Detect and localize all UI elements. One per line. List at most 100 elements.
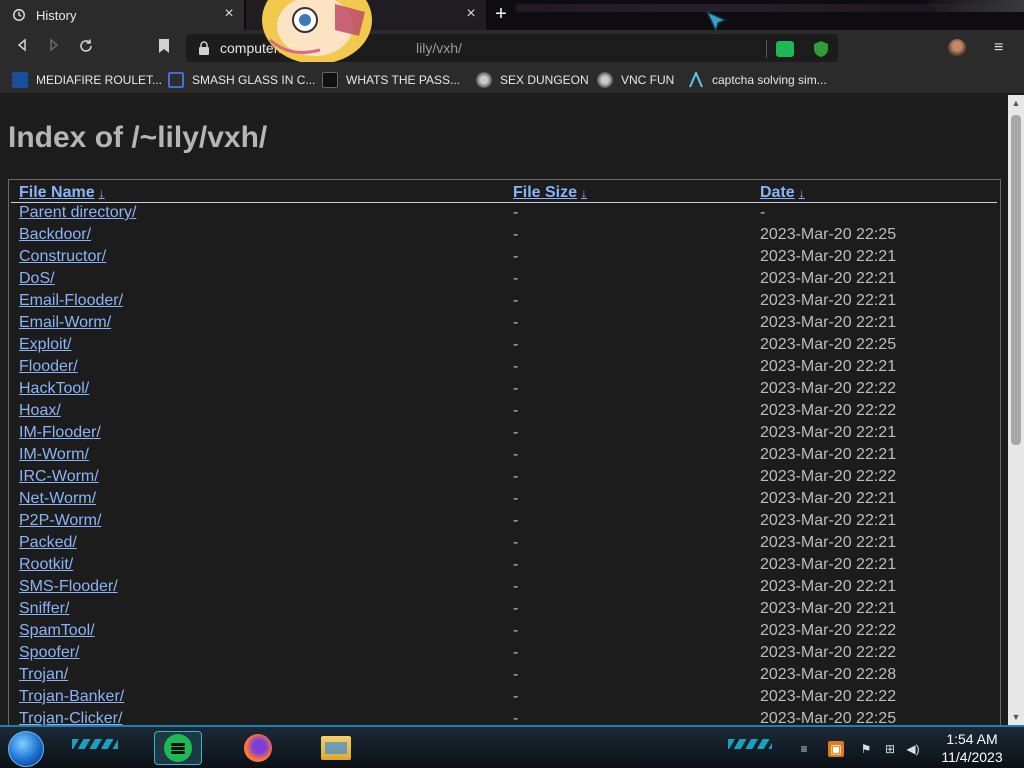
file-size: - — [513, 578, 519, 595]
file-link[interactable]: Sniffer/ — [19, 600, 69, 618]
bookmark-sex-dungeon[interactable]: SEX DUNGEON — [476, 71, 589, 89]
history-icon — [13, 9, 25, 21]
file-link[interactable]: Backdoor/ — [19, 226, 91, 244]
lock-icon — [199, 41, 209, 55]
back-icon[interactable] — [12, 38, 32, 58]
forward-icon[interactable] — [44, 38, 64, 58]
bookmark-smash-glass[interactable]: SMASH GLASS IN C... — [168, 71, 315, 89]
sort-by-name-header[interactable]: File Name ↓ — [19, 184, 105, 202]
file-size: - — [513, 622, 519, 639]
close-icon[interactable]: × — [464, 6, 478, 22]
folder-icon — [321, 736, 351, 760]
nav-bar: computernew lily/vxh/ ≡ — [0, 30, 1024, 66]
sort-by-size-header[interactable]: File Size ↓ — [513, 184, 587, 202]
table-row: IM-Flooder/ - 2023-Mar-20 22:21 — [9, 424, 999, 446]
volume-icon[interactable]: ◀) — [905, 741, 921, 757]
cartoon-sticker-image — [262, 0, 372, 62]
bookmark-label: captcha solving sim... — [712, 73, 827, 87]
bookmark-site-icon — [476, 72, 492, 88]
system-clock[interactable]: 1:54 AM 11/4/2023 — [936, 730, 1008, 766]
file-size: - — [513, 556, 519, 573]
file-link[interactable]: SpamTool/ — [19, 622, 95, 640]
tab-history[interactable]: History × — [0, 0, 244, 30]
avatar[interactable] — [948, 39, 966, 57]
file-size: - — [513, 248, 519, 265]
file-link[interactable]: IM-Flooder/ — [19, 424, 101, 442]
scroll-thumb[interactable] — [1011, 115, 1021, 445]
scroll-down-icon[interactable]: ▼ — [1008, 709, 1024, 725]
file-link[interactable]: DoS/ — [19, 270, 55, 288]
file-link[interactable]: Email-Worm/ — [19, 314, 111, 332]
sort-arrow-icon: ↓ — [98, 186, 105, 200]
table-row: Net-Worm/ - 2023-Mar-20 22:21 — [9, 490, 999, 512]
network-icon[interactable]: ⊞ — [882, 741, 898, 757]
table-row: HackTool/ - 2023-Mar-20 22:22 — [9, 380, 999, 402]
bookmark-captcha[interactable]: captcha solving sim... — [688, 71, 827, 89]
file-size: - — [513, 710, 519, 725]
bookmark-label: WHATS THE PASS... — [346, 73, 461, 87]
file-size: - — [513, 600, 519, 617]
file-size: - — [513, 490, 519, 507]
close-icon[interactable]: × — [222, 6, 236, 22]
bookmark-whats-the-pass[interactable]: WHATS THE PASS... — [322, 71, 460, 89]
file-link[interactable]: Trojan-Clicker/ — [19, 710, 122, 725]
file-link[interactable]: SMS-Flooder/ — [19, 578, 118, 596]
shield-icon[interactable] — [812, 40, 830, 58]
bookmark-vnc-fun[interactable]: VNC FUN — [597, 71, 674, 89]
new-tab-button[interactable]: + — [491, 4, 511, 25]
file-date: 2023-Mar-20 22:25 — [760, 336, 897, 353]
action-center-icon[interactable]: ⚑ — [858, 741, 874, 757]
bookmark-site-icon — [168, 72, 184, 88]
file-link[interactable]: Packed/ — [19, 534, 77, 552]
page-title: Index of /~lily/vxh/ — [8, 121, 268, 154]
file-size: - — [513, 446, 519, 463]
show-hidden-icons-icon[interactable]: ≡ — [796, 741, 812, 757]
file-link[interactable]: Exploit/ — [19, 336, 71, 354]
taskbar-app-spotify[interactable] — [154, 731, 202, 765]
file-link[interactable]: Hoax/ — [19, 402, 61, 420]
file-size: - — [513, 270, 519, 287]
start-button[interactable] — [8, 731, 44, 767]
taskbar-app-firefox[interactable] — [234, 731, 282, 765]
file-link[interactable]: Trojan/ — [19, 666, 68, 684]
menu-icon[interactable]: ≡ — [994, 38, 1008, 58]
file-link[interactable]: HackTool/ — [19, 380, 89, 398]
table-row: Trojan/ - 2023-Mar-20 22:28 — [9, 666, 999, 688]
reload-icon[interactable] — [76, 38, 96, 58]
spotify-extension-icon[interactable] — [776, 41, 794, 57]
table-row: Trojan-Clicker/ - 2023-Mar-20 22:25 — [9, 710, 999, 725]
file-size: - — [513, 204, 519, 221]
bookmark-mediafire[interactable]: MEDIAFIRE ROULET... — [12, 71, 162, 89]
file-link[interactable]: Parent directory/ — [19, 204, 136, 222]
file-link[interactable]: Rootkit/ — [19, 556, 73, 574]
bookmark-site-icon — [322, 72, 338, 88]
file-link[interactable]: Email-Flooder/ — [19, 292, 123, 310]
header-divider — [11, 202, 997, 203]
sort-by-date-header[interactable]: Date ↓ — [760, 184, 805, 202]
header-label: File Size — [513, 184, 578, 201]
url-path: lily/vxh/ — [416, 40, 462, 56]
sort-arrow-icon: ↓ — [581, 186, 588, 200]
file-link[interactable]: P2P-Worm/ — [19, 512, 101, 530]
file-date: 2023-Mar-20 22:21 — [760, 424, 897, 441]
file-link[interactable]: Constructor/ — [19, 248, 106, 266]
divider — [766, 40, 767, 58]
file-date: 2023-Mar-20 22:21 — [760, 490, 897, 507]
taskbar: ≡ ▣ ⚑ ⊞ ◀) 1:54 AM 11/4/2023 — [0, 725, 1024, 768]
file-link[interactable]: Net-Worm/ — [19, 490, 96, 508]
header-label: File Name — [19, 184, 95, 201]
file-size: - — [513, 468, 519, 485]
file-link[interactable]: Spoofer/ — [19, 644, 79, 662]
file-link[interactable]: Trojan-Banker/ — [19, 688, 124, 706]
bookmark-label: SEX DUNGEON — [500, 73, 589, 87]
file-link[interactable]: IM-Worm/ — [19, 446, 89, 464]
file-link[interactable]: Flooder/ — [19, 358, 78, 376]
scroll-up-icon[interactable]: ▲ — [1008, 95, 1024, 111]
file-date: 2023-Mar-20 22:21 — [760, 512, 897, 529]
vertical-scrollbar[interactable]: ▲ ▼ — [1008, 95, 1024, 725]
bookmark-icon[interactable] — [154, 38, 174, 58]
file-size: - — [513, 688, 519, 705]
taskbar-app-explorer[interactable] — [312, 731, 360, 765]
file-link[interactable]: IRC-Worm/ — [19, 468, 99, 486]
app-tray-icon[interactable]: ▣ — [828, 741, 844, 757]
